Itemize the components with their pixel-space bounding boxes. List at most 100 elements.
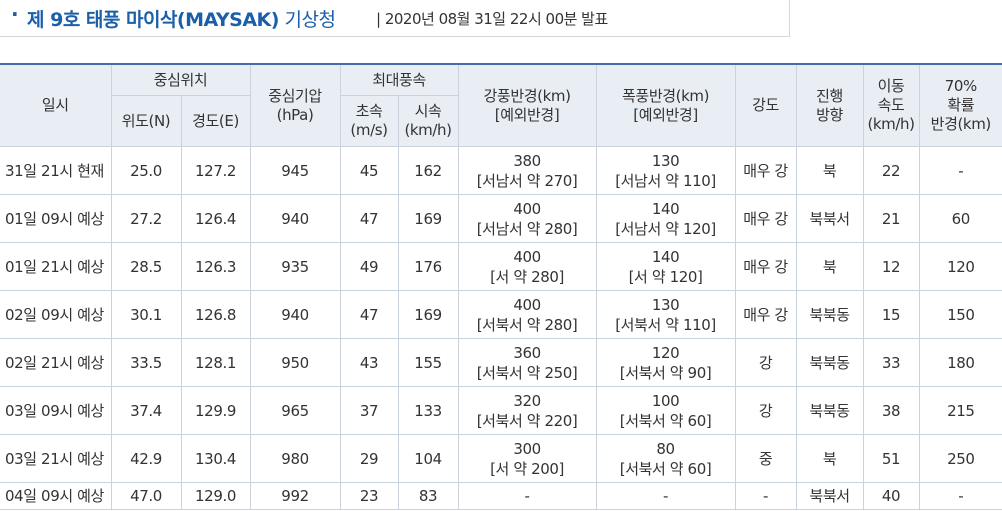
wind-ms-cell: 37 [339,386,399,435]
storm-radius-exception: [서남서 약 110] [615,171,716,190]
header-speed-3: (km/h) [867,115,915,133]
move-speed-cell: 51 [862,434,920,483]
wind-ms-cell: 47 [339,290,399,339]
wind-kmh-cell: 176 [397,242,459,291]
storm-radius-exception: [서북서 약 110] [615,315,716,334]
move-speed-cell: 38 [862,386,920,435]
storm-radius-exception: [서남서 약 120] [615,219,716,238]
wind-kmh-cell: 83 [397,482,459,510]
strong-wind-radius-value: 400 [513,247,541,266]
prob-radius-cell: - [918,146,1002,195]
header-strong-wind-radius: 강풍반경(km) [예외반경] [457,63,597,147]
strong-wind-radius-cell: 360 [서북서 약 250] [457,338,597,387]
latitude-cell: 25.0 [110,146,182,195]
date-cell: 03일 21시 예상 [0,434,112,483]
table-row: 03일 09시 예상 37.4 129.9 965 37 133 320 [서북서 약 220… [0,386,1002,435]
prob-radius-cell: 250 [918,434,1002,483]
strong-wind-radius-exception: [서 약 280] [490,267,564,286]
move-speed-cell: 12 [862,242,920,291]
agency-name: 기상청 [278,9,336,31]
move-speed-cell: 22 [862,146,920,195]
intensity-cell: 중 [734,434,797,483]
storm-radius-exception: [서북서 약 60] [619,411,712,430]
strong-wind-radius-value: 380 [513,151,541,170]
storm-radius-cell: 120 [서북서 약 90] [595,338,736,387]
wind-ms-cell: 45 [339,146,399,195]
header-row-1: 일시 중심위치 중심기압 (hPa) 최대풍속 강풍반경(km) [예외반경] 폭풍… [0,63,1002,147]
wind-ms-cell: 49 [339,242,399,291]
intensity-cell: - [734,482,797,510]
direction-cell: 북북동 [795,386,864,435]
strong-wind-radius-value: 400 [513,295,541,314]
prob-radius-cell: 60 [918,194,1002,243]
intensity-cell: 매우 강 [734,242,797,291]
wind-kmh-cell: 133 [397,386,459,435]
pressure-cell: 945 [249,146,341,195]
wind-ms-cell: 23 [339,482,399,510]
strong-wind-radius-exception: [서북서 약 280] [476,315,578,334]
header-wind-ms: 초속 (m/s) [339,95,399,147]
strong-wind-radius-exception: [서북서 약 250] [476,363,578,382]
wind-kmh-cell: 155 [397,338,459,387]
date-cell: 02일 09시 예상 [0,290,112,339]
header-latitude: 위도(N) [111,95,182,147]
header-pressure-label: 중심기압 [268,86,322,105]
latitude-cell: 33.5 [110,338,182,387]
wind-ms-cell: 43 [339,338,399,387]
storm-radius-exception: [서 약 120] [628,267,703,286]
intensity-cell: 매우 강 [734,290,797,339]
title-divider-right [789,0,790,37]
storm-radius-cell: 80 [서북서 약 60] [595,434,736,483]
table-row: 01일 21시 예상 28.5 126.3 935 49 176 400 [서 약 280] 1… [0,242,1002,291]
date-cell: 02일 21시 예상 [0,338,112,387]
header-intensity: 강도 [734,63,797,147]
direction-cell: 북북서 [795,482,864,510]
strong-wind-radius-exception: [서북서 약 220] [476,411,578,430]
strong-wind-radius-cell: 400 [서북서 약 280] [457,290,597,339]
prob-radius-cell: - [918,482,1002,510]
header-strong-label: 강풍반경(km) [483,86,571,105]
move-speed-cell: 15 [862,290,920,339]
prob-radius-cell: 180 [918,338,1002,387]
header-move-speed: 이동 속도 (km/h) [862,63,920,147]
prob-radius-cell: 150 [918,290,1002,339]
direction-cell: 북북동 [795,290,864,339]
intensity-cell: 매우 강 [734,146,797,195]
typhoon-name: 제 9호 태풍 마이삭(MAYSAK) [27,9,279,31]
date-cell: 04일 09시 예상 [0,482,112,510]
header-max-wind: 최대풍속 [339,63,459,96]
strong-wind-radius-value: 360 [513,343,541,362]
header-date: 일시 [0,63,112,147]
wind-kmh-cell: 104 [397,434,459,483]
storm-radius-exception: [서북서 약 90] [619,363,712,382]
header-wind-kmh: 시속 (km/h) [397,95,459,147]
wind-kmh-cell: 162 [397,146,459,195]
storm-radius-value: 100 [651,391,680,410]
header-storm-radius: 폭풍반경(km) [예외반경] [595,63,736,147]
longitude-cell: 129.0 [180,482,251,510]
pressure-cell: 980 [249,434,341,483]
table-row: 02일 09시 예상 30.1 126.8 940 47 169 400 [서북서 약 280… [0,290,1002,339]
title-bar: · 제 9호 태풍 마이삭(MAYSAK) 기상청 | 2020년 08월 31… [0,0,1002,38]
storm-radius-value: 130 [651,295,680,314]
prob-radius-cell: 215 [918,386,1002,435]
pressure-cell: 940 [249,290,341,339]
table-row: 31일 21시 현재 25.0 127.2 945 45 162 380 [서남서 약 270… [0,146,1002,195]
header-speed-1: 이동 [877,77,905,95]
header-center-position: 중심위치 [110,63,251,96]
pressure-cell: 965 [249,386,341,435]
header-pressure: 중심기압 (hPa) [249,63,341,147]
date-cell: 31일 21시 현재 [0,146,112,195]
strong-wind-radius-value: 320 [513,391,541,410]
longitude-cell: 127.2 [180,146,251,195]
header-prob-2: 확률 [947,96,975,114]
intensity-cell: 강 [734,386,797,435]
header-wind-ms-1: 초속 [355,102,383,120]
direction-cell: 북 [795,242,864,291]
longitude-cell: 130.4 [180,434,251,483]
header-pressure-unit: (hPa) [276,105,314,124]
header-prob-radius: 70% 확률 반경(km) [918,63,1002,147]
issued-time: | 2020년 08월 31일 22시 00분 발표 [376,10,608,28]
latitude-cell: 27.2 [110,194,182,243]
wind-kmh-cell: 169 [397,194,459,243]
